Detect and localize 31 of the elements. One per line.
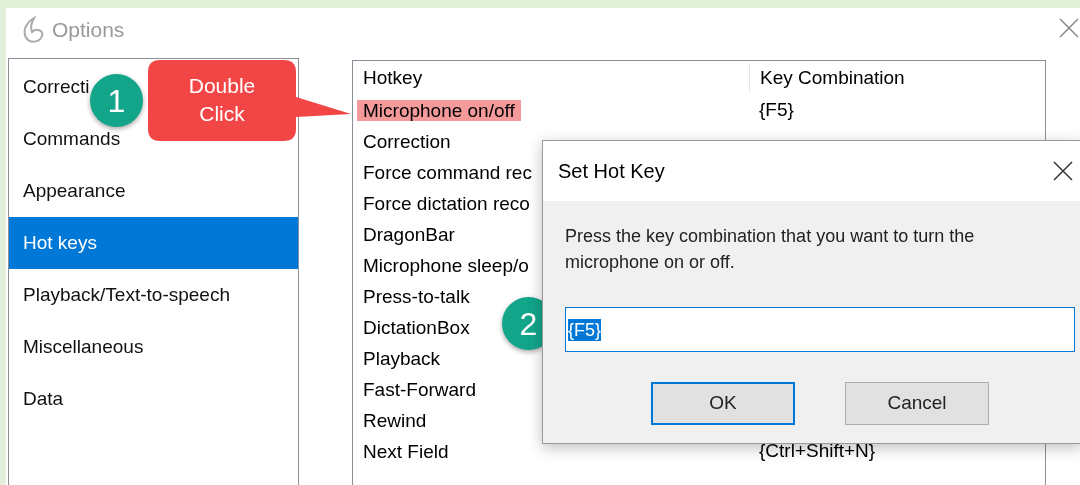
callout-text: Double Click bbox=[187, 73, 257, 127]
key-combination-cell-text: {Ctrl+Shift+N} bbox=[758, 439, 876, 464]
dialog-message: Press the key combination that you want to turn the microphone on or off. bbox=[565, 225, 976, 274]
window-title: Options bbox=[52, 17, 125, 44]
hotkey-cell[interactable]: Microphone sleep/o bbox=[357, 255, 535, 276]
dialog-title: Set Hot Key bbox=[558, 159, 665, 184]
category-item[interactable]: Appearance bbox=[23, 180, 126, 202]
hotkey-cell[interactable]: Press-to-talk bbox=[357, 286, 476, 307]
dialog-button[interactable]: Cancel bbox=[845, 382, 989, 425]
hotkey-cell[interactable]: DictationBox bbox=[357, 317, 476, 338]
hotkey-cell[interactable]: Playback bbox=[357, 348, 447, 369]
category-item[interactable]: Miscellaneous bbox=[23, 336, 144, 358]
hotkey-cell[interactable]: Rewind bbox=[357, 410, 433, 431]
category-item[interactable]: Commands bbox=[23, 128, 121, 150]
column-header[interactable]: Key Combination bbox=[749, 63, 905, 93]
hotkey-cell[interactable]: Force dictation reco bbox=[357, 193, 536, 214]
close-icon[interactable] bbox=[1053, 161, 1073, 181]
hotkey-cell[interactable]: DragonBar bbox=[357, 224, 461, 245]
hotkey-cell[interactable]: Microphone on/off bbox=[357, 100, 521, 121]
hotkey-cell[interactable]: Fast-Forward bbox=[357, 379, 482, 400]
category-item[interactable]: Data bbox=[23, 388, 64, 410]
dialog-button[interactable]: OK bbox=[651, 382, 795, 425]
category-item[interactable]: Playback/Text-to-speech bbox=[23, 284, 230, 306]
column-header[interactable]: Hotkey bbox=[353, 63, 749, 93]
hotkey-cell[interactable]: Next Field bbox=[357, 441, 455, 462]
hotkey-cell[interactable]: Force command rec bbox=[357, 162, 538, 183]
hotkey-cell[interactable]: Correction bbox=[357, 131, 457, 152]
key-combination-cell-text: {F5} bbox=[758, 98, 794, 123]
key-input-field[interactable]: {F5} bbox=[565, 307, 1075, 352]
category-item[interactable]: Hot keys bbox=[9, 217, 298, 269]
category-item[interactable]: Correcti bbox=[23, 76, 90, 98]
